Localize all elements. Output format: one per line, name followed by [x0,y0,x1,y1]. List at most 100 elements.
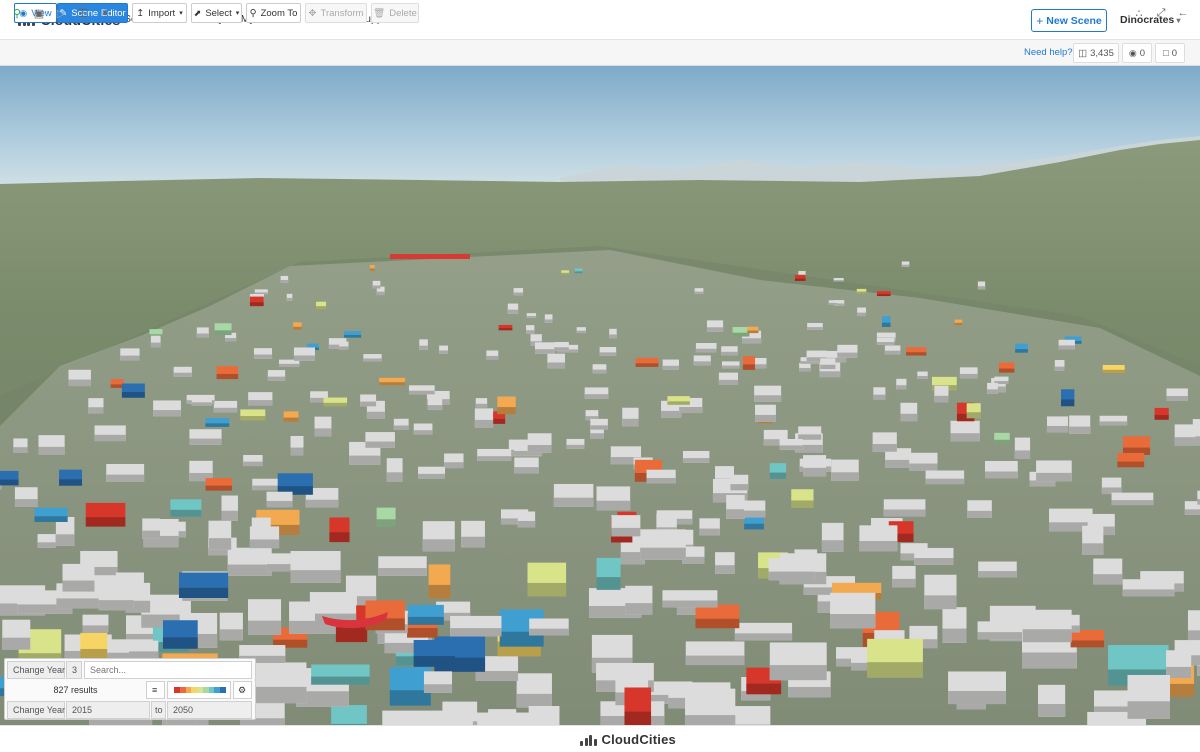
building-shade [1195,436,1200,442]
user-menu[interactable]: Dinocrates [1120,14,1181,26]
building-shade [924,595,957,610]
building-shade [106,474,145,482]
collapse-icon[interactable]: ← [1176,6,1190,20]
building-shade [162,637,198,649]
results-count: 827 results [7,681,144,699]
building-shade [150,342,161,348]
move-icon: ✥ [308,7,317,19]
building-shade [948,691,1006,705]
comment-icon: □ [1162,47,1169,59]
building-shade [1127,701,1170,719]
building-shade [526,330,535,334]
building-shade [1082,543,1104,556]
building-shade [885,459,912,468]
building-shade [191,402,212,406]
building-shade [498,328,513,331]
range-attribute-label[interactable]: Change Year [7,701,65,719]
sun-icon[interactable]: ☀ [98,6,112,20]
building-shade [335,627,368,643]
select-button[interactable]: ⬈ Select ▾ [191,3,242,23]
building-shade [746,683,782,695]
color-scale-legend[interactable] [167,681,231,699]
building-shade [807,327,823,330]
results-count-text: 827 results [53,685,98,695]
building-shade [934,395,949,403]
objects-count[interactable]: ◫ 3,435 [1073,43,1119,63]
range-from-input[interactable]: 2015 [66,701,150,719]
play-icon[interactable]: ▷ [54,6,68,20]
zoom-icon: ⚲ [249,7,257,19]
building-shade [290,447,304,456]
delete-button[interactable]: 🗑 Delete [371,3,419,23]
building-shade [909,463,938,471]
range-to-input[interactable]: 2050 [167,701,252,719]
building-shade [925,478,965,485]
building-shade [721,351,738,356]
building-shade [625,603,653,615]
building-shade [561,272,570,275]
building-shade [1038,704,1066,717]
building-shade [906,352,927,356]
building-shade [646,477,676,484]
transform-button[interactable]: ✥ Transform [305,3,367,23]
building-shade [914,558,954,565]
comments-count[interactable]: □ 0 [1155,43,1185,63]
building-shade [366,411,385,419]
transform-label: Transform [320,7,364,19]
building-shade [526,316,537,318]
list-icon: ≡ [152,685,158,695]
building-shade [243,461,263,467]
filter-attribute-label[interactable]: Change Year [7,661,65,679]
building-shade [553,497,594,507]
building-shade [978,571,1017,578]
building-shade [592,369,607,374]
building-shade [293,326,302,330]
building-shade [407,628,438,638]
plus-icon: + [1036,13,1044,28]
camera-icon[interactable]: ▣ [32,6,46,20]
building-shade [977,632,1023,640]
views-count[interactable]: ◉ 0 [1122,43,1152,63]
building-shade [876,294,891,297]
building-shade [1099,421,1128,426]
building-shade [517,520,536,528]
building-shade [794,278,806,281]
building-shade [695,618,740,629]
building-shade [376,519,396,528]
building-block [331,705,367,725]
building-shade [153,410,181,417]
building-shade [882,322,891,327]
building-shade [994,439,1010,445]
fullscreen-icon[interactable]: ⤢ [1154,6,1168,20]
building-shade [225,338,237,342]
building-shade [379,382,406,386]
building-shade [477,456,512,461]
building-shade [977,286,986,290]
filter-search-input[interactable] [84,661,252,679]
list-toggle-button[interactable]: ≡ [146,681,165,699]
gear-icon: ⚙ [238,684,247,695]
zoom-to-button[interactable]: ⚲ Zoom To [246,3,301,23]
3d-city-viewport[interactable] [0,66,1200,725]
building-shade [699,528,720,536]
layers-icon[interactable]: ☰ [76,6,90,20]
building-shade [422,539,455,552]
building-shade [661,410,682,418]
building-shade [365,441,395,448]
settings-button[interactable]: ⚙ [233,681,252,699]
new-scene-button[interactable]: + New Scene [1031,9,1107,32]
share-icon[interactable]: ∴ [1132,6,1146,20]
search-icon[interactable]: ⚲ [10,6,24,20]
need-help-link[interactable]: Need help? [1024,47,1073,58]
building-shade [900,413,918,422]
building-shade [461,536,485,548]
building-shade [121,392,145,398]
building-shade [1102,369,1125,373]
import-button[interactable]: ↥ Import ▾ [132,3,187,23]
building-shade [984,471,1018,479]
building-shade [450,628,502,637]
building-shade [857,312,867,317]
building-shade [896,385,907,390]
building-shade [547,362,566,369]
building-shade [883,509,926,517]
